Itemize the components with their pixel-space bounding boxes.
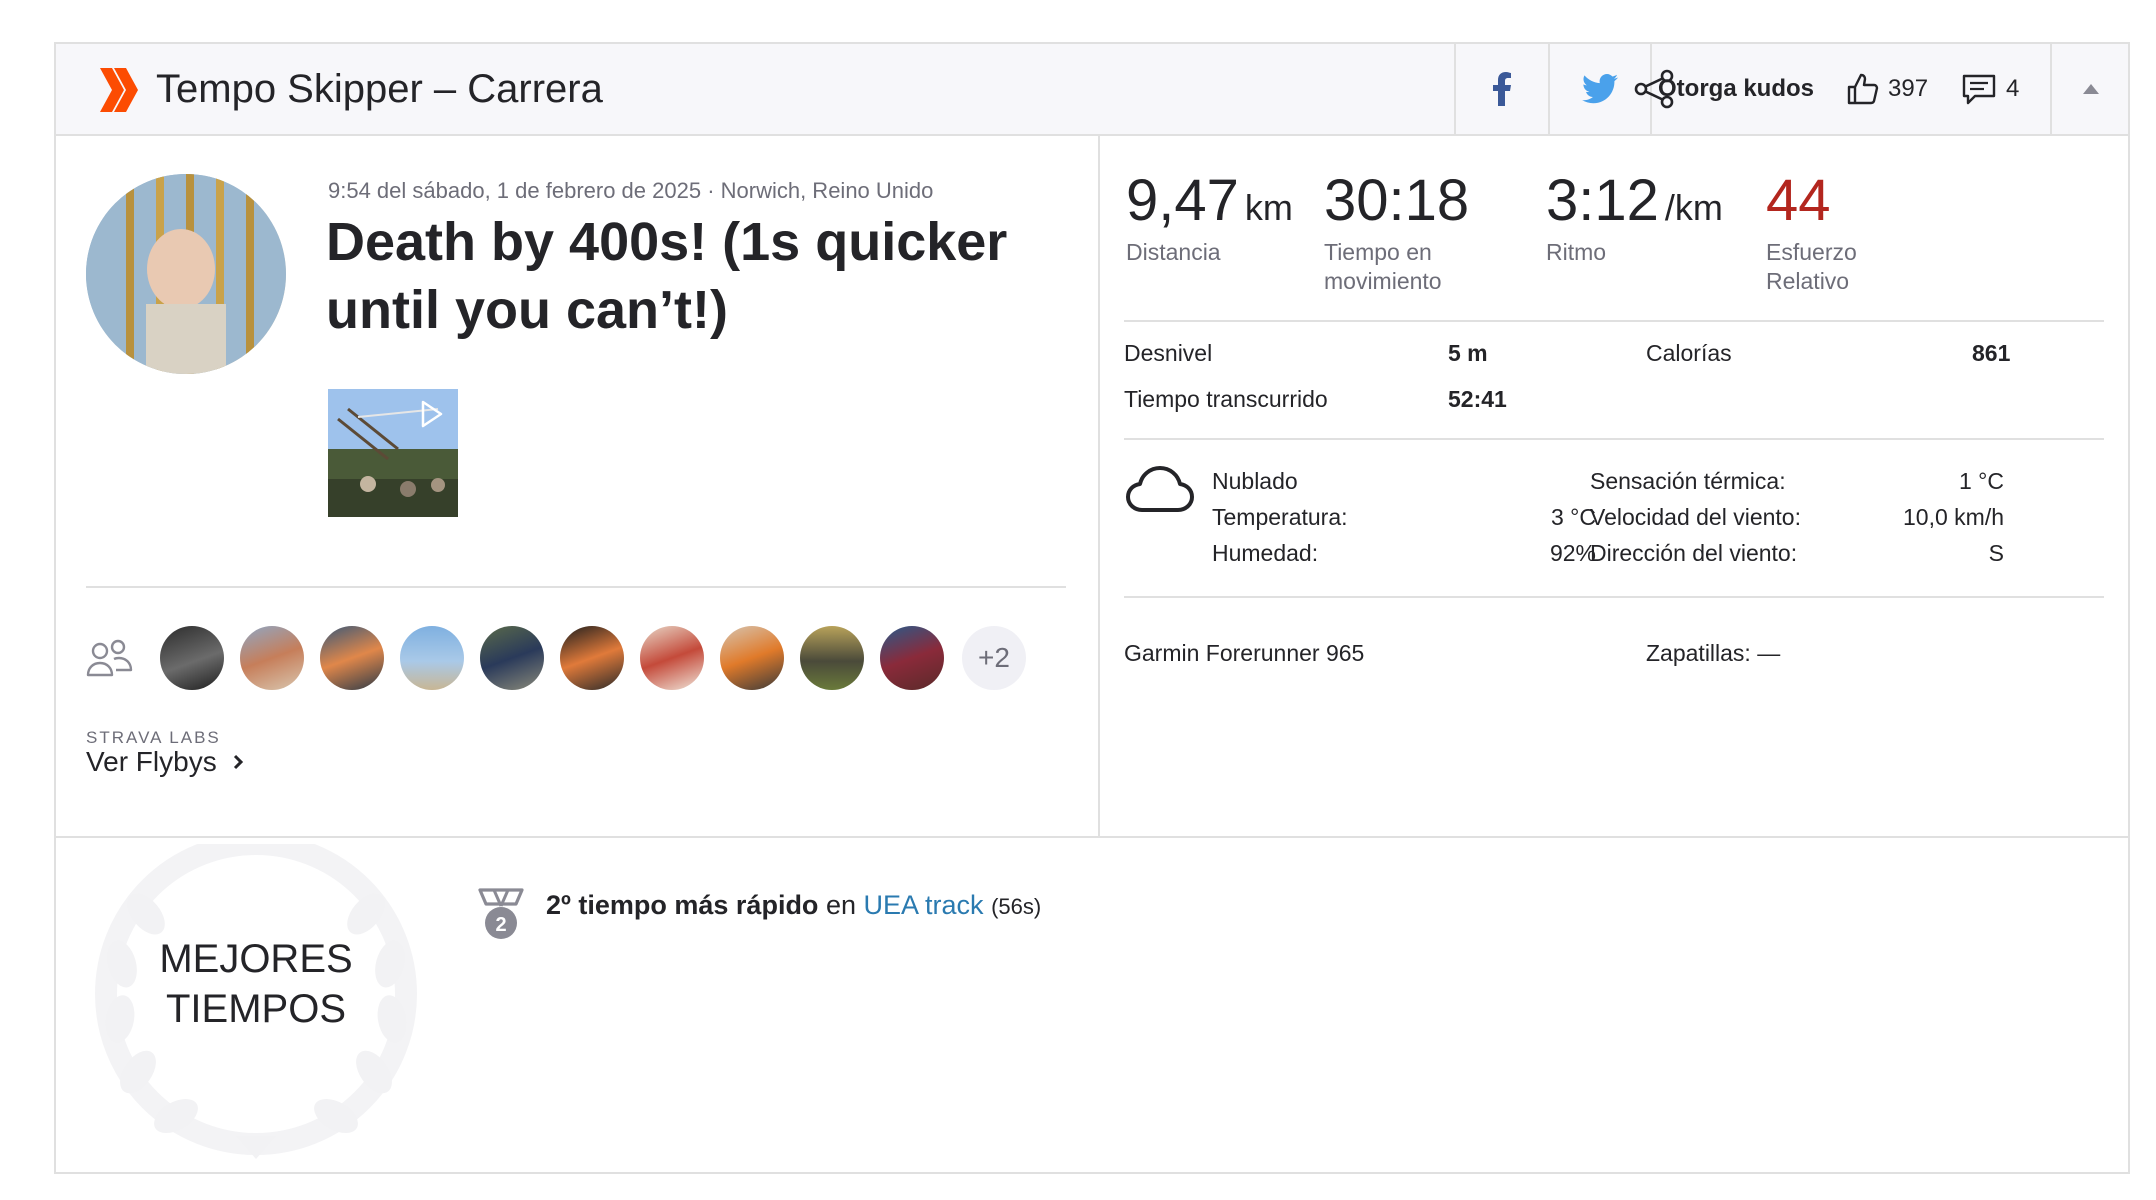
weather-divider (1124, 596, 2104, 598)
collapse-arrow-icon (2083, 84, 2099, 94)
second-place-medal-icon: 2 (478, 888, 524, 939)
activity-title: Death by 400s! (1s quicker until you can… (326, 212, 1008, 340)
moving-time-value: 30:18 (1324, 168, 1470, 233)
play-icon[interactable] (420, 399, 444, 429)
moving-time-label: Tiempo en movimiento (1324, 239, 1442, 294)
athlete-avatar[interactable] (86, 174, 286, 374)
avatar-photo (86, 174, 286, 374)
group-athlete-avatar[interactable] (240, 626, 304, 690)
comments-count[interactable]: 4 (2006, 72, 2019, 106)
best-effort-entry: 2º tiempo más rápido en UEA track (56s) (546, 890, 1041, 921)
calories-value: 861 (1972, 340, 2011, 366)
group-athlete-avatar[interactable] (800, 626, 864, 690)
device-name: Garmin Forerunner 965 (1124, 640, 1365, 666)
details-divider (1124, 438, 2104, 440)
temperature-value: 3 °C (1551, 504, 1596, 530)
activity-meta: 9:54 del sábado, 1 de febrero de 2025 · … (328, 178, 934, 203)
distance-value: 9,47 (1126, 168, 1239, 233)
pace-unit: /km (1664, 187, 1723, 228)
shoes-label[interactable]: Zapatillas: — (1646, 640, 1780, 667)
elapsed-time-value: 52:41 (1448, 386, 1507, 412)
panel-divider (1098, 136, 1100, 836)
collapse-button[interactable] (2052, 44, 2130, 134)
pace-value: 3:12 (1546, 168, 1659, 233)
activity-video-thumbnail[interactable] (328, 389, 458, 517)
chevron-right-icon (233, 754, 243, 770)
activity-header-title: Tempo Skipper – Carrera (156, 67, 603, 111)
feels-like-value: 1 °C (1959, 468, 2004, 494)
temperature-label: Temperatura: (1212, 504, 1348, 530)
pace-label: Ritmo (1546, 239, 1607, 265)
group-athlete-avatar[interactable] (640, 626, 704, 690)
wind-speed-value: 10,0 km/h (1903, 504, 2004, 530)
group-athlete-avatar[interactable] (720, 626, 784, 690)
activity-card: Tempo Skipper – Carrera Otorga kudos 397… (54, 42, 2130, 1174)
segment-link[interactable]: UEA track (864, 890, 984, 920)
view-flybys-link[interactable]: Ver Flybys (86, 746, 245, 778)
distance-unit: km (1244, 187, 1293, 228)
left-divider (86, 586, 1066, 588)
elevation-label: Desnivel (1124, 340, 1213, 366)
facebook-share-button[interactable] (1456, 44, 1548, 134)
give-kudos-button[interactable]: Otorga kudos (1658, 72, 1814, 106)
medal-number: 2 (495, 914, 506, 936)
best-efforts-title-line2: TIEMPOS (165, 987, 347, 1031)
strava-chevrons-logo (100, 68, 138, 112)
cloud-icon (1126, 466, 1194, 512)
pace-stat: 3:12/km (1546, 166, 1723, 243)
humidity-value: 92% (1549, 540, 1596, 566)
group-athlete-avatar[interactable] (400, 626, 464, 690)
elevation-value: 5 m (1448, 340, 1488, 366)
relative-effort-label: Esfuerzo Relativo (1766, 239, 1857, 294)
weather-condition: Nublado (1212, 468, 1298, 494)
elapsed-time-label: Tiempo transcurrido (1124, 386, 1328, 412)
wind-direction-label: Dirección del viento: (1590, 540, 1798, 566)
calories-label: Calorías (1646, 340, 1732, 366)
section-divider (56, 836, 2128, 838)
best-effort-time: (56s) (991, 894, 1042, 919)
group-athlete-avatar[interactable] (160, 626, 224, 690)
facebook-icon (1493, 72, 1511, 106)
thumbs-up-icon[interactable] (1846, 72, 1880, 106)
view-flybys-label: Ver Flybys (86, 746, 217, 777)
strava-labs-label: STRAVA LABS (86, 728, 221, 747)
stats-divider (1124, 320, 2104, 322)
wind-direction-value: S (1988, 540, 2004, 566)
more-athletes-button[interactable]: +2 (962, 626, 1026, 690)
group-athlete-avatar[interactable] (880, 626, 944, 690)
group-athlete-avatar[interactable] (560, 626, 624, 690)
group-athlete-avatar[interactable] (480, 626, 544, 690)
distance-label: Distancia (1126, 239, 1221, 265)
feels-like-label: Sensación térmica: (1590, 468, 1786, 494)
comment-icon[interactable] (1962, 74, 1996, 106)
wind-speed-label: Velocidad del viento: (1590, 504, 1801, 530)
best-efforts-title: MEJORES TIEMPOS (136, 934, 376, 1034)
relative-effort-value[interactable]: 44 (1766, 166, 1831, 236)
activity-header: Tempo Skipper – Carrera Otorga kudos 397… (56, 44, 2128, 136)
humidity-label: Humedad: (1212, 540, 1319, 566)
best-effort-connector: en (825, 890, 856, 920)
distance-stat: 9,47 km (1126, 166, 1293, 243)
group-athlete-avatar[interactable] (320, 626, 384, 690)
kudos-count[interactable]: 397 (1888, 72, 1928, 106)
group-activity-icon (86, 639, 133, 677)
best-efforts-title-line1: MEJORES (159, 937, 353, 981)
best-effort-rank: 2º tiempo más rápido (546, 890, 819, 920)
